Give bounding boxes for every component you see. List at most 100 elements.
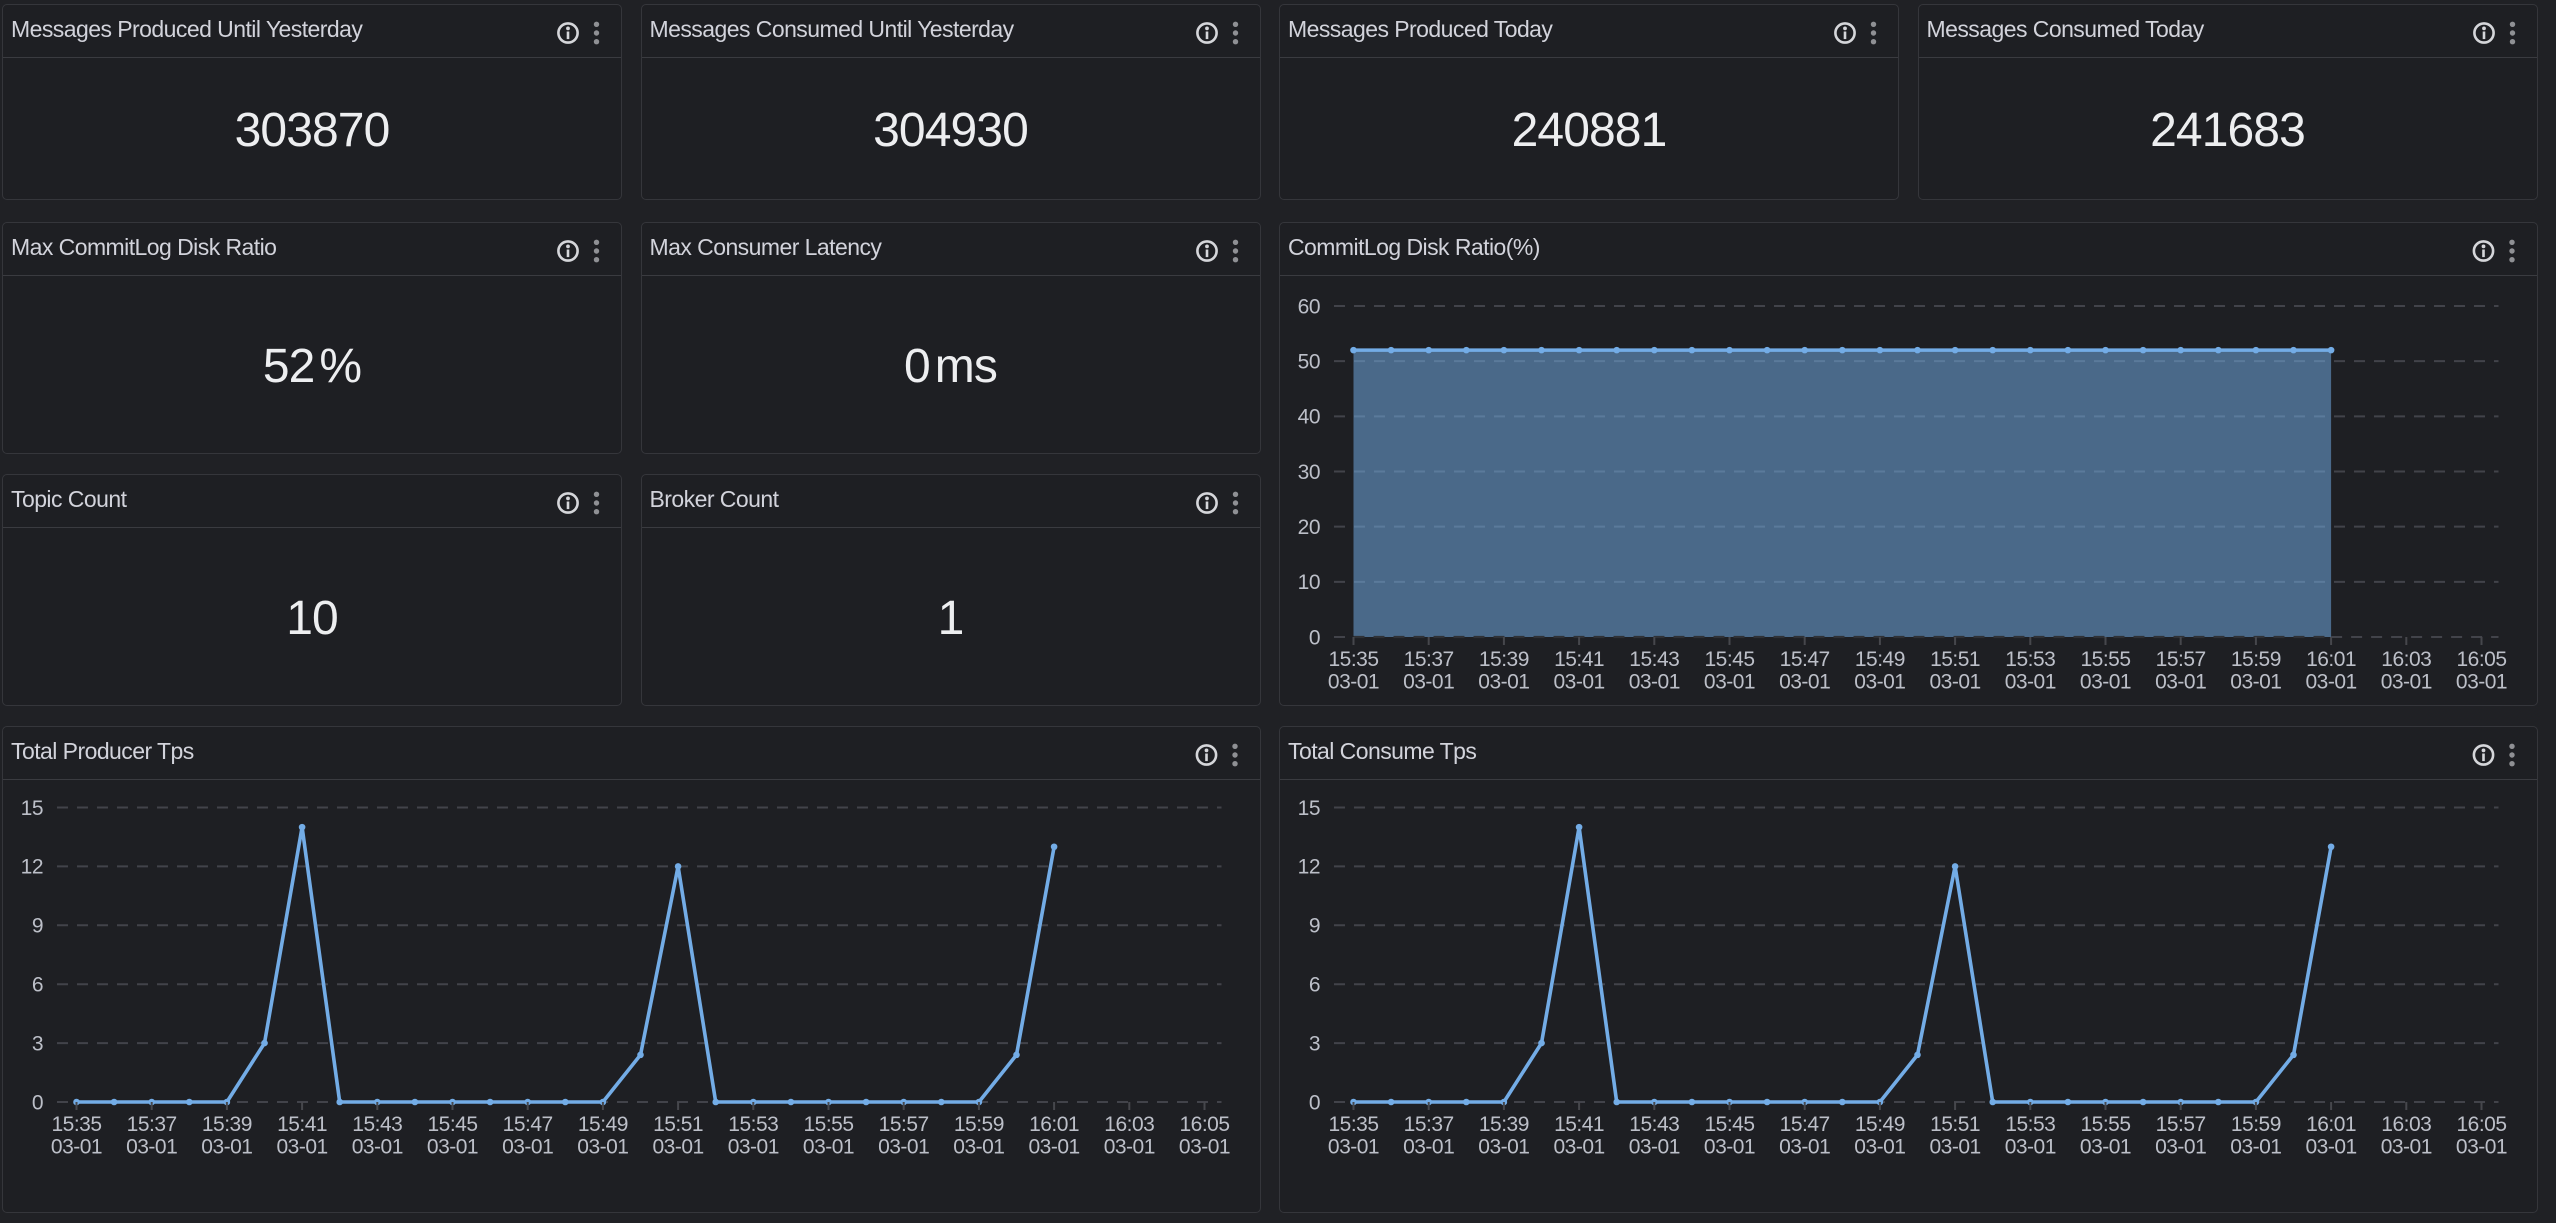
svg-text:03-01: 03-01 [1629,670,1680,693]
svg-text:15:39: 15:39 [1479,1113,1529,1136]
svg-text:15:55: 15:55 [2080,1113,2130,1136]
svg-text:03-01: 03-01 [427,1135,478,1158]
svg-text:15:37: 15:37 [127,1113,177,1136]
svg-text:15:41: 15:41 [277,1113,327,1136]
svg-text:03-01: 03-01 [1929,1135,1980,1158]
svg-text:03-01: 03-01 [1403,1135,1454,1158]
svg-text:0: 0 [32,1091,43,1114]
svg-text:15:43: 15:43 [352,1113,402,1136]
svg-text:15:35: 15:35 [1328,648,1378,671]
svg-text:03-01: 03-01 [2230,670,2281,693]
svg-text:03-01: 03-01 [1328,670,1379,693]
svg-text:03-01: 03-01 [1704,1135,1755,1158]
svg-text:15:53: 15:53 [2005,648,2055,671]
svg-text:03-01: 03-01 [1553,670,1604,693]
svg-text:15: 15 [1298,796,1320,819]
svg-text:03-01: 03-01 [1328,1135,1379,1158]
svg-text:03-01: 03-01 [577,1135,628,1158]
svg-text:15:59: 15:59 [2231,648,2281,671]
svg-text:03-01: 03-01 [2381,1135,2432,1158]
svg-text:12: 12 [21,855,43,878]
svg-text:03-01: 03-01 [2005,670,2056,693]
svg-text:16:03: 16:03 [1104,1113,1154,1136]
svg-text:50: 50 [1298,350,1320,373]
svg-text:03-01: 03-01 [878,1135,929,1158]
svg-text:20: 20 [1298,516,1320,539]
svg-text:03-01: 03-01 [2456,670,2507,693]
svg-text:03-01: 03-01 [126,1135,177,1158]
svg-text:15:57: 15:57 [879,1113,929,1136]
svg-text:15:47: 15:47 [1780,648,1830,671]
svg-text:15:39: 15:39 [202,1113,252,1136]
svg-text:03-01: 03-01 [728,1135,779,1158]
svg-text:16:01: 16:01 [2306,648,2356,671]
svg-text:15:47: 15:47 [503,1113,553,1136]
svg-text:3: 3 [1309,1032,1320,1055]
svg-text:03-01: 03-01 [2005,1135,2056,1158]
svg-text:03-01: 03-01 [1629,1135,1680,1158]
svg-text:03-01: 03-01 [2080,670,2131,693]
svg-text:15:39: 15:39 [1479,648,1529,671]
svg-text:6: 6 [1309,973,1320,996]
svg-text:03-01: 03-01 [1478,1135,1529,1158]
svg-text:03-01: 03-01 [1179,1135,1230,1158]
svg-text:15:43: 15:43 [1629,1113,1679,1136]
svg-text:03-01: 03-01 [2456,1135,2507,1158]
svg-text:15:51: 15:51 [653,1113,703,1136]
svg-text:03-01: 03-01 [1478,670,1529,693]
svg-text:03-01: 03-01 [803,1135,854,1158]
svg-text:03-01: 03-01 [2230,1135,2281,1158]
svg-text:12: 12 [1298,855,1320,878]
svg-text:16:05: 16:05 [2456,648,2506,671]
svg-text:03-01: 03-01 [2080,1135,2131,1158]
svg-text:03-01: 03-01 [2305,670,2356,693]
svg-text:03-01: 03-01 [1779,1135,1830,1158]
svg-text:03-01: 03-01 [1854,1135,1905,1158]
svg-text:30: 30 [1298,460,1320,483]
svg-text:15:43: 15:43 [1629,648,1679,671]
svg-text:03-01: 03-01 [1704,670,1755,693]
svg-text:15:37: 15:37 [1404,1113,1454,1136]
svg-text:03-01: 03-01 [1104,1135,1155,1158]
svg-text:15:49: 15:49 [1855,648,1905,671]
svg-text:9: 9 [32,914,43,937]
svg-text:15:47: 15:47 [1780,1113,1830,1136]
svg-text:15:37: 15:37 [1404,648,1454,671]
svg-text:3: 3 [32,1032,43,1055]
svg-text:03-01: 03-01 [953,1135,1004,1158]
svg-text:16:05: 16:05 [1179,1113,1229,1136]
svg-text:16:05: 16:05 [2456,1113,2506,1136]
svg-text:15:53: 15:53 [728,1113,778,1136]
svg-text:16:01: 16:01 [1029,1113,1079,1136]
svg-text:15:45: 15:45 [1704,648,1754,671]
svg-text:15:59: 15:59 [2231,1113,2281,1136]
svg-text:15:49: 15:49 [578,1113,628,1136]
svg-text:03-01: 03-01 [276,1135,327,1158]
svg-text:15:45: 15:45 [1704,1113,1754,1136]
svg-text:9: 9 [1309,914,1320,937]
svg-text:0: 0 [1309,626,1320,649]
svg-text:40: 40 [1298,405,1320,428]
svg-text:15:35: 15:35 [51,1113,101,1136]
svg-text:03-01: 03-01 [352,1135,403,1158]
svg-text:15:41: 15:41 [1554,1113,1604,1136]
svg-text:03-01: 03-01 [1028,1135,1079,1158]
svg-text:16:03: 16:03 [2381,1113,2431,1136]
svg-text:15:57: 15:57 [2156,648,2206,671]
svg-text:03-01: 03-01 [1779,670,1830,693]
svg-text:10: 10 [1298,571,1320,594]
svg-text:03-01: 03-01 [1553,1135,1604,1158]
svg-text:16:03: 16:03 [2381,648,2431,671]
svg-text:15:51: 15:51 [1930,648,1980,671]
svg-text:03-01: 03-01 [1854,670,1905,693]
svg-text:6: 6 [32,973,43,996]
svg-text:16:01: 16:01 [2306,1113,2356,1136]
svg-text:03-01: 03-01 [51,1135,102,1158]
svg-text:0: 0 [1309,1091,1320,1114]
svg-text:15:55: 15:55 [803,1113,853,1136]
svg-text:15:41: 15:41 [1554,648,1604,671]
svg-text:15:35: 15:35 [1328,1113,1378,1136]
svg-text:15:49: 15:49 [1855,1113,1905,1136]
svg-text:60: 60 [1298,295,1320,318]
svg-text:03-01: 03-01 [201,1135,252,1158]
